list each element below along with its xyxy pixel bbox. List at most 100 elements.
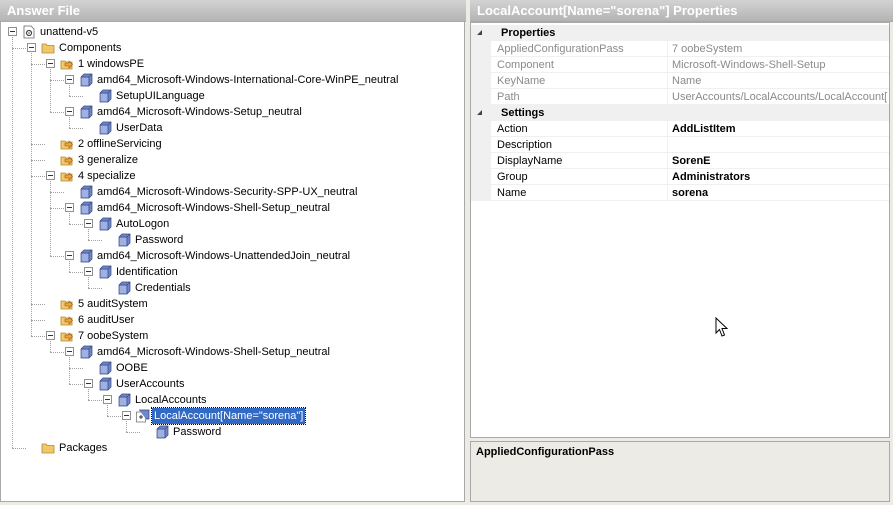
collapse-toggle-icon[interactable] [46, 331, 55, 340]
property-row-gutter [471, 41, 491, 57]
tree-node-label: 2 offlineServicing [78, 138, 162, 150]
properties-header: LocalAccount[Name="sorena"] Properties [470, 0, 893, 22]
property-category-label: Properties [501, 27, 556, 39]
property-value[interactable]: Administrators [672, 169, 888, 185]
property-row-gutter [471, 89, 491, 105]
description-panel: AppliedConfigurationPass [470, 441, 890, 502]
collapse-toggle-icon[interactable] [65, 107, 74, 116]
tree-node[interactable]: 3 generalize [1, 152, 461, 168]
tree-node[interactable]: OOBE [1, 360, 461, 376]
tree-node[interactable]: amd64_Microsoft-Windows-UnattendedJoin_n… [1, 248, 461, 264]
tree-node[interactable]: amd64_Microsoft-Windows-International-Co… [1, 72, 461, 88]
tree-node[interactable]: amd64_Microsoft-Windows-Setup_neutral [1, 104, 461, 120]
tree-node[interactable]: Password [1, 232, 461, 248]
properties-grid[interactable]: Properties AppliedConfigurationPass 7 oobe… [470, 22, 890, 438]
tree-node-label: 5 auditSystem [78, 298, 148, 310]
property-name: KeyName [497, 75, 546, 87]
collapse-triangle-icon[interactable] [476, 29, 483, 36]
properties-title: LocalAccount[Name="sorena"] Properties [477, 3, 738, 18]
answer-file-tree[interactable]: unattend-v5 Components 1 windowsPE amd64_Mi… [0, 22, 465, 502]
collapse-toggle-icon[interactable] [8, 27, 17, 36]
property-name: Group [497, 171, 528, 183]
collapse-toggle-icon[interactable] [65, 75, 74, 84]
collapse-toggle-icon[interactable] [84, 219, 93, 228]
component-cube-icon [80, 249, 93, 263]
property-row[interactable]: AppliedConfigurationPass 7 oobeSystem [471, 41, 889, 57]
tree-node[interactable]: Password [1, 424, 461, 440]
property-row[interactable]: Action AddListItem [471, 121, 889, 137]
tree-node-label: amd64_Microsoft-Windows-Security-SPP-UX_… [97, 186, 358, 198]
setting-cube-icon [118, 393, 131, 407]
property-row[interactable]: Name sorena [471, 185, 889, 201]
setting-cube-icon [99, 121, 112, 135]
list-item-cube-icon [136, 409, 150, 423]
property-row[interactable]: Group Administrators [471, 169, 889, 185]
tree-node[interactable]: amd64_Microsoft-Windows-Shell-Setup_neut… [1, 344, 461, 360]
tree-node[interactable]: AutoLogon [1, 216, 461, 232]
tree-node[interactable]: 7 oobeSystem [1, 328, 461, 344]
collapse-toggle-icon[interactable] [84, 267, 93, 276]
collapse-toggle-icon[interactable] [84, 379, 93, 388]
collapse-triangle-icon[interactable] [476, 109, 483, 116]
tree-node[interactable]: 2 offlineServicing [1, 136, 461, 152]
tree-node[interactable]: 6 auditUser [1, 312, 461, 328]
tree-node[interactable]: amd64_Microsoft-Windows-Shell-Setup_neut… [1, 200, 461, 216]
tree-node[interactable]: LocalAccounts [1, 392, 461, 408]
tree-node[interactable]: 5 auditSystem [1, 296, 461, 312]
property-category[interactable]: Properties [471, 25, 889, 41]
property-row-gutter [471, 153, 491, 169]
collapse-toggle-icon[interactable] [122, 411, 131, 420]
property-row[interactable]: DisplayName SorenE [471, 153, 889, 169]
property-column-divider [667, 41, 668, 57]
answer-file-header: Answer File [0, 0, 466, 22]
tree-node[interactable]: unattend-v5 [1, 24, 461, 40]
property-column-divider [667, 57, 668, 73]
property-column-divider [667, 89, 668, 105]
property-value[interactable]: SorenE [672, 153, 888, 169]
setting-cube-icon [99, 377, 112, 391]
collapse-toggle-icon[interactable] [65, 203, 74, 212]
property-row[interactable]: Path UserAccounts/LocalAccounts/LocalAcco… [471, 89, 889, 105]
property-column-divider [667, 121, 668, 137]
tree-node-label: UserAccounts [116, 378, 185, 390]
collapse-toggle-icon[interactable] [46, 59, 55, 68]
tree-node-label: 4 specialize [78, 170, 136, 182]
description-title: AppliedConfigurationPass [476, 446, 615, 458]
property-row[interactable]: Description [471, 137, 889, 153]
component-cube-icon [80, 105, 93, 119]
tree-node[interactable]: UserAccounts [1, 376, 461, 392]
property-row-gutter [471, 73, 491, 89]
property-value: Name [672, 75, 702, 87]
tree-node-label: Packages [59, 442, 108, 454]
property-row[interactable]: Component Microsoft-Windows-Shell-Setup [471, 57, 889, 73]
tree-node-label: LocalAccounts [135, 394, 207, 406]
tree-node[interactable]: Credentials [1, 280, 461, 296]
tree-node[interactable]: Identification [1, 264, 461, 280]
tree-node[interactable]: UserData [1, 120, 461, 136]
collapse-toggle-icon[interactable] [103, 395, 112, 404]
tree-node[interactable]: Packages [1, 440, 461, 456]
collapse-toggle-icon[interactable] [65, 251, 74, 260]
property-column-divider [667, 137, 668, 153]
property-row[interactable]: KeyName Name [471, 73, 889, 89]
tree-node[interactable]: SetupUILanguage [1, 88, 461, 104]
property-category[interactable]: Settings [471, 105, 889, 121]
pass-arrow-icon [60, 156, 73, 166]
tree-node-label: AutoLogon [116, 218, 170, 230]
property-name: AppliedConfigurationPass [497, 43, 624, 55]
tree-node-label: LocalAccount[Name="sorena"] [150, 407, 307, 425]
tree-node[interactable]: 4 specialize [1, 168, 461, 184]
tree-node-label: UserData [116, 122, 163, 134]
tree-node[interactable]: Components [1, 40, 461, 56]
property-value[interactable]: AddListItem [672, 121, 888, 137]
tree-node[interactable]: 1 windowsPE [1, 56, 461, 72]
property-name: Description [497, 139, 553, 151]
collapse-toggle-icon[interactable] [46, 171, 55, 180]
file-gear-icon [23, 25, 35, 39]
collapse-toggle-icon[interactable] [27, 43, 36, 52]
component-cube-icon [80, 201, 93, 215]
tree-node[interactable]: amd64_Microsoft-Windows-Security-SPP-UX_… [1, 184, 461, 200]
property-value[interactable]: sorena [672, 185, 888, 201]
collapse-toggle-icon[interactable] [65, 347, 74, 356]
tree-node[interactable]: LocalAccount[Name="sorena"] [1, 407, 461, 425]
